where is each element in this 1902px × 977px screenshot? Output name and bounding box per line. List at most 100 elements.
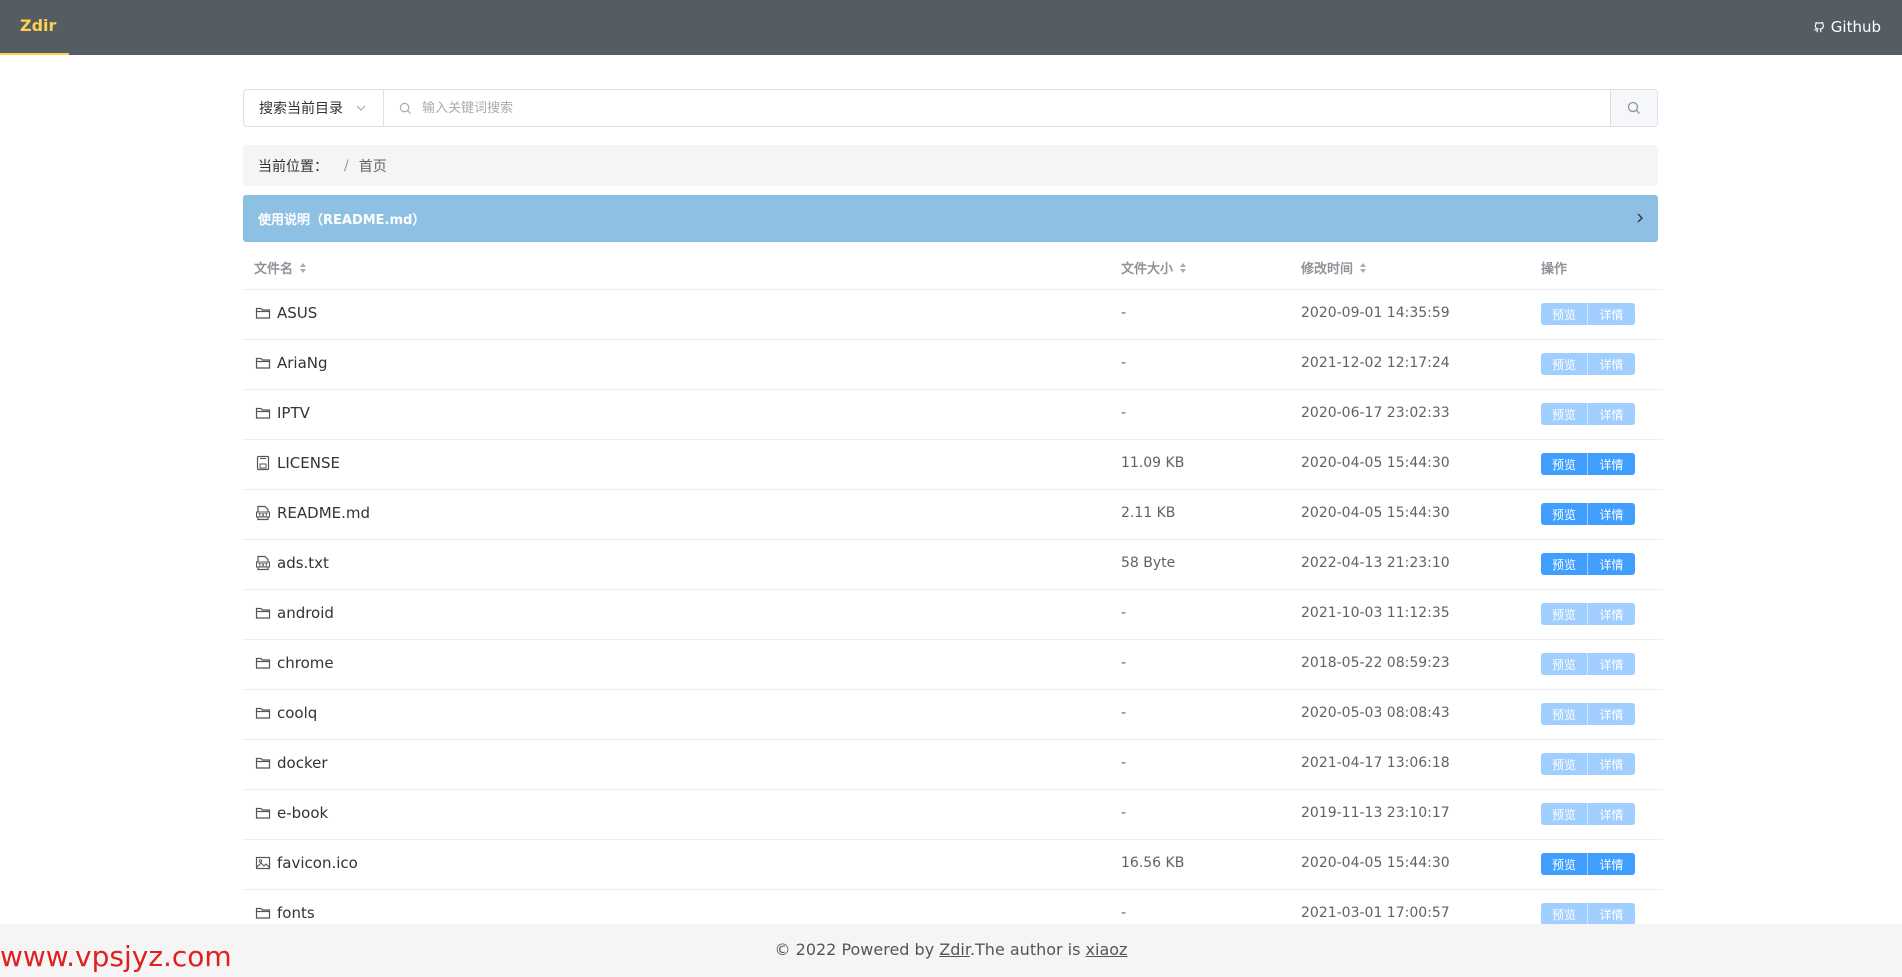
details-button[interactable]: 详情 (1588, 453, 1635, 475)
file-name-cell[interactable]: coolq (254, 704, 317, 722)
search-input[interactable] (420, 99, 1524, 117)
file-name-cell[interactable]: AriaNg (254, 354, 328, 372)
file-icon (256, 455, 270, 471)
file-size: - (1121, 755, 1127, 771)
details-button[interactable]: 详情 (1588, 653, 1635, 675)
file-name-cell[interactable]: TXT ads.txt (254, 554, 329, 572)
details-button[interactable]: 详情 (1588, 303, 1635, 325)
file-name-cell[interactable]: fonts (254, 904, 315, 922)
file-name-cell[interactable]: ASUS (254, 304, 317, 322)
table-header: 文件名 文件大小 修改时间 操作 (243, 245, 1663, 290)
details-button[interactable]: 详情 (1588, 603, 1635, 625)
footer-prefix: © 2022 Powered by (774, 940, 940, 959)
file-name-cell[interactable]: LICENSE (254, 454, 340, 472)
file-name: README.md (277, 504, 371, 522)
details-button[interactable]: 详情 (1588, 903, 1635, 925)
details-button[interactable]: 详情 (1588, 803, 1635, 825)
modified-time: 2020-06-17 23:02:33 (1301, 405, 1450, 421)
row-actions: 预览 详情 (1541, 803, 1635, 825)
file-name-cell[interactable]: docker (254, 754, 328, 772)
modified-time: 2020-09-01 14:35:59 (1301, 305, 1450, 321)
search-button[interactable] (1610, 90, 1657, 126)
search-scope-select[interactable]: 搜索当前目录 (244, 90, 384, 126)
file-size: - (1121, 905, 1127, 921)
file-size: - (1121, 355, 1127, 371)
details-button[interactable]: 详情 (1588, 353, 1635, 375)
table-row: coolq - 2020-05-03 08:08:43 预览 详情 (243, 690, 1663, 740)
column-header-actions-label: 操作 (1541, 262, 1568, 277)
file-name-cell[interactable]: IPTV (254, 404, 310, 422)
file-size: 16.56 KB (1121, 855, 1185, 871)
brand-name: Zdir (20, 16, 57, 35)
details-button[interactable]: 详情 (1588, 703, 1635, 725)
github-icon (1813, 21, 1824, 33)
file-name-cell[interactable]: e-book (254, 804, 328, 822)
chevron-down-icon (356, 105, 366, 111)
file-size: - (1121, 655, 1127, 671)
table-row: ASUS - 2020-09-01 14:35:59 预览 详情 (243, 290, 1663, 340)
preview-button[interactable]: 预览 (1541, 503, 1588, 525)
powered-by-link[interactable]: Zdir (939, 940, 970, 959)
row-actions: 预览 详情 (1541, 453, 1635, 475)
modified-time: 2021-10-03 11:12:35 (1301, 605, 1450, 621)
details-button[interactable]: 详情 (1588, 753, 1635, 775)
details-button[interactable]: 详情 (1588, 553, 1635, 575)
row-actions: 预览 详情 (1541, 753, 1635, 775)
breadcrumb-home[interactable]: 首页 (359, 156, 387, 176)
preview-button[interactable]: 预览 (1541, 653, 1588, 675)
column-header-name[interactable]: 文件名 (254, 258, 307, 277)
details-button[interactable]: 详情 (1588, 503, 1635, 525)
file-size: - (1121, 405, 1127, 421)
folder-icon (255, 357, 271, 369)
preview-button[interactable]: 预览 (1541, 903, 1588, 925)
file-name: ads.txt (277, 554, 329, 572)
file-size: - (1121, 705, 1127, 721)
preview-button[interactable]: 预览 (1541, 453, 1588, 475)
search-icon (399, 102, 412, 114)
preview-button[interactable]: 预览 (1541, 803, 1588, 825)
preview-button[interactable]: 预览 (1541, 753, 1588, 775)
sort-icon (1360, 262, 1367, 273)
modified-time: 2020-04-05 15:44:30 (1301, 855, 1450, 871)
file-name: ASUS (277, 304, 318, 322)
row-actions: 预览 详情 (1541, 353, 1635, 375)
file-name: IPTV (277, 404, 310, 422)
file-size: 2.11 KB (1121, 505, 1176, 521)
modified-time: 2021-12-02 12:17:24 (1301, 355, 1450, 371)
file-name: favicon.ico (277, 854, 358, 872)
search-scope-label: 搜索当前目录 (259, 101, 343, 117)
file-name-cell[interactable]: favicon.ico (254, 854, 358, 872)
column-header-time[interactable]: 修改时间 (1301, 258, 1367, 277)
preview-button[interactable]: 预览 (1541, 353, 1588, 375)
file-name: chrome (277, 654, 334, 672)
preview-button[interactable]: 预览 (1541, 553, 1588, 575)
details-button[interactable]: 详情 (1588, 403, 1635, 425)
breadcrumb-label: 当前位置： (258, 158, 328, 175)
folder-icon (255, 307, 271, 319)
file-name-cell[interactable]: chrome (254, 654, 334, 672)
footer-middle: .The author is (969, 940, 1086, 959)
file-name: coolq (277, 704, 318, 722)
column-header-size[interactable]: 文件大小 (1121, 258, 1187, 277)
github-link[interactable]: Github (1812, 16, 1881, 38)
file-name-cell[interactable]: TXT README.md (254, 504, 370, 522)
table-row: TXT README.md 2.11 KB 2020-04-05 15:44:30 预览… (243, 490, 1663, 540)
preview-button[interactable]: 预览 (1541, 853, 1588, 875)
author-link[interactable]: xiaoz (1086, 940, 1128, 959)
details-button[interactable]: 详情 (1588, 853, 1635, 875)
readme-panel[interactable]: 使用说明（README.md） (243, 195, 1658, 242)
file-name-cell[interactable]: android (254, 604, 334, 622)
column-header-name-label: 文件名 (254, 262, 294, 277)
table-row: AriaNg - 2021-12-02 12:17:24 预览 详情 (243, 340, 1663, 390)
modified-time: 2022-04-13 21:23:10 (1301, 555, 1450, 571)
footer-credit: © 2022 Powered by Zdir.The author is xia… (0, 940, 1902, 959)
preview-button[interactable]: 预览 (1541, 403, 1588, 425)
table-row: TXT ads.txt 58 Byte 2022-04-13 21:23:10 预览 详情 (243, 540, 1663, 590)
file-name: android (277, 604, 334, 622)
file-name: docker (277, 754, 328, 772)
preview-button[interactable]: 预览 (1541, 603, 1588, 625)
brand-menu-item[interactable]: Zdir (0, 0, 69, 55)
folder-icon (255, 807, 271, 819)
preview-button[interactable]: 预览 (1541, 703, 1588, 725)
preview-button[interactable]: 预览 (1541, 303, 1588, 325)
